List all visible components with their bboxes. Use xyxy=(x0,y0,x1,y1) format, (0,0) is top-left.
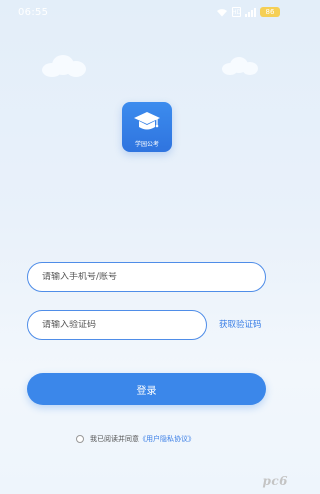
app-logo: 学园公考 xyxy=(122,102,172,152)
phone-input[interactable] xyxy=(42,272,265,282)
status-icons: HD 86 xyxy=(216,7,280,17)
app-name: 学园公考 xyxy=(134,141,159,148)
privacy-policy-link[interactable]: 《用户隐私协议》 xyxy=(139,434,195,444)
wifi-icon xyxy=(217,8,227,16)
phone-field[interactable] xyxy=(27,262,266,292)
agreement-row: 我已阅读并同意 《用户隐私协议》 xyxy=(76,434,195,444)
signal-icon xyxy=(245,7,256,17)
verification-code-field[interactable] xyxy=(27,310,207,340)
cloud-decoration-left xyxy=(42,55,86,77)
battery-icon: 86 xyxy=(260,7,280,17)
cloud-decoration-right xyxy=(222,57,258,75)
agreement-checkbox[interactable] xyxy=(76,435,84,443)
sim-icon: HD xyxy=(231,7,242,17)
agreement-text: 我已阅读并同意 xyxy=(90,435,139,443)
verification-code-input[interactable] xyxy=(42,320,206,330)
watermark-logo: pc6 xyxy=(262,474,288,488)
login-button[interactable]: 登录 xyxy=(27,373,266,405)
get-code-button[interactable]: 获取验证码 xyxy=(219,318,262,330)
status-time: 06:55 xyxy=(18,6,49,18)
status-bar: 06:55 HD 86 xyxy=(0,0,294,24)
graduation-cap-icon xyxy=(134,112,160,130)
